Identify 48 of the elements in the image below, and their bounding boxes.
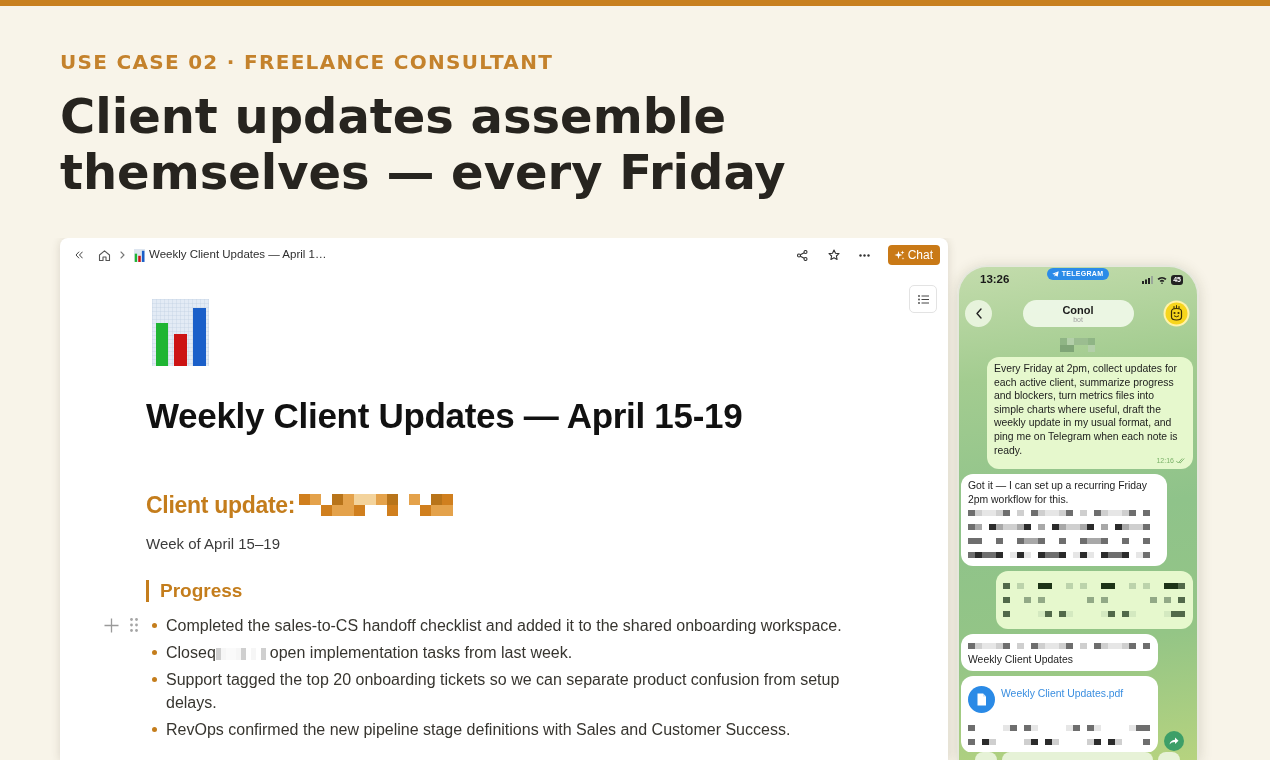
pixelated-text [1059,338,1095,352]
subsection-heading: Progress [160,579,243,603]
headline: Client updates assemble themselves — every Friday [60,88,787,200]
message-text: Got it — I can set up a recurring Friday 2pm workflow for this. [968,479,1149,507]
message-input-field[interactable] [1002,752,1153,760]
list-item-text: Support tagged the top 20 onboarding tickets so we can separate product confusion from setup delays. [166,671,840,711]
list-item-text: Completed the sales-to-CS handoff checklist and added it to the shared onboarding workspace. [166,617,842,634]
chat-name: Conol [1062,303,1094,316]
double-chevron-icon [75,251,83,259]
forward-button[interactable] [1164,730,1184,751]
share-icon [797,249,809,261]
plus-icon[interactable] [104,618,119,633]
robot-avatar-icon [1163,300,1190,327]
list-item-text: open implementation tasks from last week. [269,644,573,661]
bullet-icon [152,650,157,655]
chevron-left-icon [975,308,982,319]
file-link[interactable]: Weekly Client Updates.pdf [1001,686,1124,701]
signal-icon [1142,276,1154,284]
page-title: Weekly Client Updates — April 15-19 [146,395,744,437]
outline-button[interactable] [909,285,937,313]
section-heading: Client update: [146,491,296,520]
bullet-icon [152,623,157,628]
file-icon [968,685,995,713]
list-item-text: Closeq [166,644,216,661]
back-button[interactable] [965,300,992,327]
heading-accent-bar [146,580,149,602]
message-text: Weekly Client Updates [968,653,1074,667]
forward-arrow-icon [1169,736,1179,745]
chevron-right-icon [120,251,125,259]
paper-plane-icon [1051,271,1059,277]
wifi-icon [1157,276,1168,284]
bar-chart-icon [152,299,209,366]
sparkle-icon [893,249,905,261]
pixelated-text [215,647,266,660]
breadcrumb-link[interactable]: Weekly Client Updates — April 1… [134,246,327,264]
drag-handle-icon[interactable] [130,618,138,632]
list-icon [917,294,929,304]
status-time: 13:26 [980,272,1010,286]
eyebrow-label: USE CASE 02 · FREELANCE CONSULTANT [60,50,554,74]
home-icon [97,248,111,262]
bar-chart-icon [134,248,145,262]
message-text: Every Friday at 2pm, collect updates for each active client, summarize progress and blockers, turn metrics files into simple charts where useful, draft the weekly update in my usual format, and ping me on Telegram when each note is ready. [994,362,1179,458]
date-range-text: Week of April 15–19 [146,534,281,554]
list-item-text: RevOps confirmed the new pipeline stage definitions with Sales and Customer Success. [166,721,791,738]
bullet-icon [152,677,157,682]
star-icon [827,249,840,261]
more-icon [859,253,871,257]
bullet-icon [152,727,157,732]
